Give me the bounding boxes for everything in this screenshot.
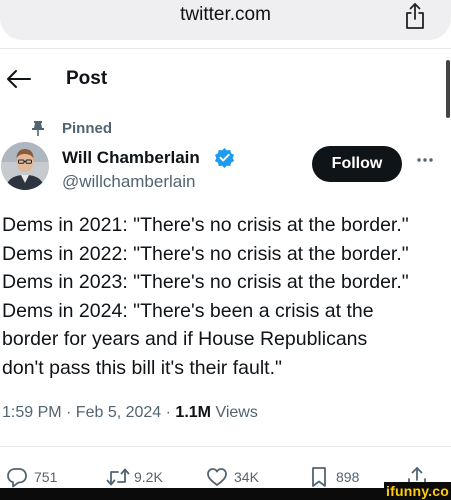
tweet-text-line: Dems in 2022: "There's no crisis at the … [2,242,409,265]
verified-badge-icon [214,147,235,168]
scrollbar[interactable] [446,60,450,118]
tweet-meta: 1:59 PM · Feb 5, 2024 · 1.1M Views [2,404,258,422]
url-text[interactable]: twitter.com [0,4,451,26]
reply-icon [7,468,27,488]
tweet-text-line: Dems in 2021: "There's no crisis at the … [2,214,409,236]
display-name[interactable]: Will Chamberlain [62,148,200,168]
handle[interactable]: @willchamberlain [62,172,195,192]
tweet-text-line: Dems in 2024: "There's been a crisis at … [2,299,374,322]
views-label: Views [211,404,258,421]
tweet-text-line: don't pass this bill it's their fault." [2,356,282,379]
pin-icon [32,121,44,136]
timestamp[interactable]: 1:59 PM · Feb 5, 2024 · [2,404,175,421]
reply-count: 751 [34,469,58,485]
follow-button[interactable]: Follow [312,146,402,182]
divider [0,48,451,49]
repost-icon [106,468,130,486]
views-count: 1.1M [175,404,211,421]
ellipsis-icon[interactable] [416,156,434,164]
divider [0,446,451,447]
like-count: 34K [234,469,259,485]
bookmark-icon [312,467,326,487]
pinned-label: Pinned [62,120,113,137]
watermark-logo: ifunny.co [384,482,451,500]
bookmark-count: 898 [336,469,360,485]
browser-url-bar[interactable]: twitter.com [0,0,451,40]
avatar[interactable] [1,142,49,190]
tweet-text-line: border for years and if House Republican… [2,328,368,350]
tweet-text-line: Dems in 2023: "There's no crisis at the … [2,271,409,293]
arrow-left-icon[interactable] [6,68,32,90]
heart-icon [207,468,227,486]
share-icon[interactable] [404,2,426,30]
repost-count: 9.2K [134,469,163,485]
page-title: Post [66,68,108,89]
tweet-text: Dems in 2021: "There's no crisis at the … [2,211,442,382]
